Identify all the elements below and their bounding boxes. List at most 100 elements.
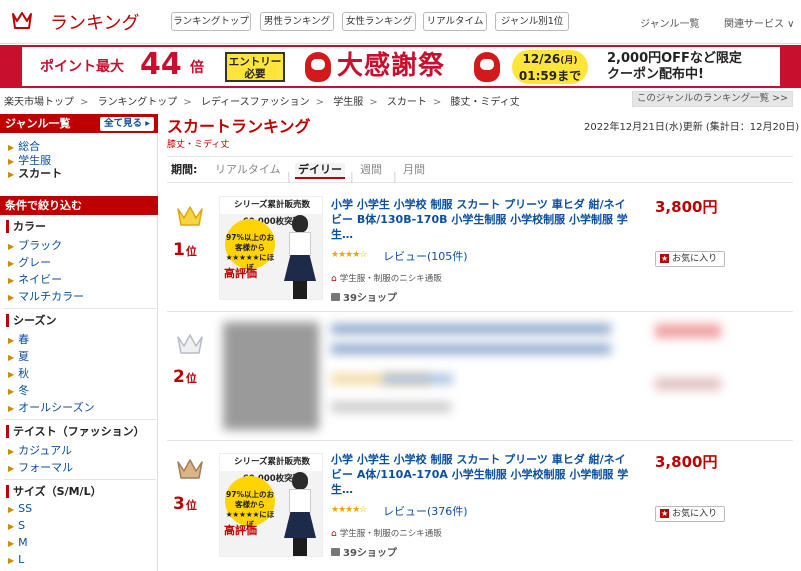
nav-male-ranking[interactable]: 男性ランキング <box>260 12 334 31</box>
filter-taste-casual[interactable]: ▶ カジュアル <box>8 442 72 458</box>
genre-list-link[interactable]: ジャンル一覧 <box>640 15 700 30</box>
truck-icon <box>331 548 340 556</box>
breadcrumb-separator: > <box>315 97 325 108</box>
favorite-button[interactable]: ★ お気に入り <box>655 506 725 522</box>
blurred-review <box>383 374 453 384</box>
page-subtitle[interactable]: 膝丈・ミディ丈 <box>167 137 229 150</box>
breadcrumb-separator: > <box>80 97 89 108</box>
filter-size-ss[interactable]: ▶ SS <box>8 502 32 515</box>
sidebar-filter-heading: 条件で絞り込む <box>0 196 158 215</box>
banner-deadline: 12/26(月) 01:59まで <box>512 50 588 84</box>
filter-season-all[interactable]: ▶ オールシーズン <box>8 399 95 415</box>
rank-suffix: 位 <box>185 245 197 258</box>
genre-ranking-list-button[interactable]: このジャンルのランキング一覧 >> <box>632 91 793 107</box>
arrow-icon: ▶ <box>8 387 15 396</box>
product-title-link[interactable]: 小学 小学生 小学校 制服 スカート プリーツ 車ヒダ 紺/ネイビー A体/11… <box>331 452 631 497</box>
filter-size-s[interactable]: ▶ S <box>8 519 25 532</box>
review-link[interactable]: レビュー(105件) <box>383 248 468 264</box>
arrow-icon: ▶ <box>8 464 15 473</box>
arrow-icon: ▶ <box>8 259 15 268</box>
daruma-icon <box>305 52 331 82</box>
filter-season-winter[interactable]: ▶ 冬 <box>8 382 29 398</box>
breadcrumb-ranking-top[interactable]: ランキングトップ <box>98 97 178 108</box>
filter-color-navy[interactable]: ▶ ネイビー <box>8 271 62 287</box>
filter-label: 冬 <box>18 384 30 397</box>
tab-weekly[interactable]: 週間 <box>360 163 382 177</box>
filter-label: フォーマル <box>18 461 74 474</box>
favorite-label: お気に入り <box>672 509 718 519</box>
blurred-favorite <box>655 378 721 390</box>
tab-daily[interactable]: デイリー <box>295 163 345 179</box>
arrow-icon: ▶ <box>8 293 15 302</box>
arrow-icon: ▶ <box>8 242 15 251</box>
tab-monthly[interactable]: 月間 <box>403 163 425 177</box>
thumb-banner-text: シリーズ累計販売数60,000枚突破 <box>220 197 322 227</box>
breadcrumb-ladies-fashion[interactable]: レディースファッション <box>201 97 310 108</box>
nav-realtime[interactable]: リアルタイム <box>423 12 487 31</box>
product-price: 3,800円 <box>655 198 718 216</box>
rank-value: 1 <box>173 240 185 260</box>
arrow-icon: ▶ <box>8 522 15 531</box>
filter-label: カジュアル <box>18 444 73 457</box>
breadcrumb-rakuten-top[interactable]: 楽天市場トップ <box>4 97 74 108</box>
campaign-banner[interactable]: ポイント最大 44 倍 エントリー 必要 大感謝祭 12/26(月) 01:59… <box>0 45 801 88</box>
sidebar-genre-label: スカート <box>18 167 63 180</box>
breadcrumb-skirt[interactable]: スカート <box>387 97 427 108</box>
filter-section-size: サイズ（S/M/L） <box>6 485 158 498</box>
rating-stars: ★★★★☆ <box>331 505 367 515</box>
filter-color-black[interactable]: ▶ ブラック <box>8 237 62 253</box>
filter-color-multi[interactable]: ▶ マルチカラー <box>8 288 84 304</box>
filter-season-summer[interactable]: ▶ 夏 <box>8 348 29 364</box>
thumb-big-text: 高評価 <box>224 524 257 537</box>
tab-realtime[interactable]: リアルタイム <box>215 163 281 177</box>
breadcrumb-knee-midi[interactable]: 膝丈・ミディ丈 <box>450 97 519 108</box>
genre-heading-label: ジャンル一覧 <box>5 117 71 130</box>
shop-link[interactable]: ⌂ 学生服・制服のニシキ通販 <box>331 272 442 284</box>
shop-39-badge: 39ショップ <box>331 289 397 304</box>
nav-ranking-top[interactable]: ランキングトップ <box>171 12 251 31</box>
model-figure <box>280 215 320 299</box>
breadcrumb: 楽天市場トップ > ランキングトップ > レディースファッション > 学生服 > スカー… <box>4 93 520 108</box>
banner-coupon-line1: 2,000円OFFなど限定 <box>607 51 742 66</box>
filter-label: 夏 <box>18 350 30 363</box>
period-tabs: 期間: リアルタイム | デイリー | 週間 | 月間 <box>167 156 793 183</box>
see-all-button[interactable]: 全て見る ▸ <box>100 117 154 131</box>
filter-season-spring[interactable]: ▶ 春 <box>8 331 29 347</box>
arrow-icon: ▶ <box>8 143 15 152</box>
review-link[interactable]: レビュー(376件) <box>383 503 468 519</box>
silver-crown-icon <box>177 334 203 354</box>
site-title[interactable]: ランキング <box>50 9 139 35</box>
product-image[interactable]: シリーズ累計販売数60,000枚突破 97%以上のお客様から★★★★★にほぼ 高… <box>219 453 323 557</box>
banner-bai-text: 倍 <box>190 60 204 76</box>
filter-color-gray[interactable]: ▶ グレー <box>8 254 51 270</box>
filter-season-autumn[interactable]: ▶ 秋 <box>8 365 29 381</box>
banner-coupon-text: 2,000円OFFなど限定 クーポン配布中! <box>607 51 742 83</box>
breadcrumb-school-uniform[interactable]: 学生服 <box>333 97 363 108</box>
banner-date: 12/26 <box>522 52 561 66</box>
breadcrumb-separator: > <box>183 97 192 108</box>
product-image[interactable]: シリーズ累計販売数60,000枚突破 97%以上のお客様から★★★★★にほぼ 高… <box>219 196 323 300</box>
sidebar-genre-skirt[interactable]: ▶ スカート <box>8 165 62 181</box>
filter-taste-formal[interactable]: ▶ フォーマル <box>8 459 73 475</box>
nav-female-ranking[interactable]: 女性ランキング <box>342 12 416 31</box>
product-title-link[interactable]: 小学 小学生 小学校 制服 スカート プリーツ 車ヒダ 紺/ネイビー B体/13… <box>331 197 631 242</box>
page-title: スカートランキング <box>167 117 311 136</box>
banner-entry-badge: エントリー 必要 <box>225 52 285 82</box>
arrow-icon: ▶ <box>8 505 15 514</box>
filter-label: ネイビー <box>18 273 63 286</box>
filter-size-l[interactable]: ▶ L <box>8 553 24 566</box>
shop-link[interactable]: ⌂ 学生服・制服のニシキ通販 <box>331 527 442 539</box>
nav-genre-first[interactable]: ジャンル別1位 <box>495 12 569 31</box>
related-services-link[interactable]: 関連サービス ∨ <box>724 15 795 30</box>
rank-value: 2 <box>173 367 185 387</box>
filter-size-m[interactable]: ▶ M <box>8 536 28 549</box>
arrow-icon: ▶ <box>8 447 15 456</box>
update-timestamp: 2022年12月21日(水)更新 (集計日：12月20日) <box>584 122 800 133</box>
crown-logo-icon[interactable] <box>10 8 34 32</box>
sidebar: ジャンル一覧 全て見る ▸ ▶ 総合 ▶ 学生服 ▶ スカート 条件で絞り込む カラー… <box>0 114 158 571</box>
campaign-banner-inner: ポイント最大 44 倍 エントリー 必要 大感謝祭 12/26(月) 01:59… <box>22 47 780 86</box>
favorite-button[interactable]: ★ お気に入り <box>655 251 725 267</box>
star-icon: ★ <box>660 509 670 518</box>
banner-time: 01:59まで <box>518 69 582 83</box>
sidebar-genre-heading: ジャンル一覧 全て見る ▸ <box>0 114 158 133</box>
